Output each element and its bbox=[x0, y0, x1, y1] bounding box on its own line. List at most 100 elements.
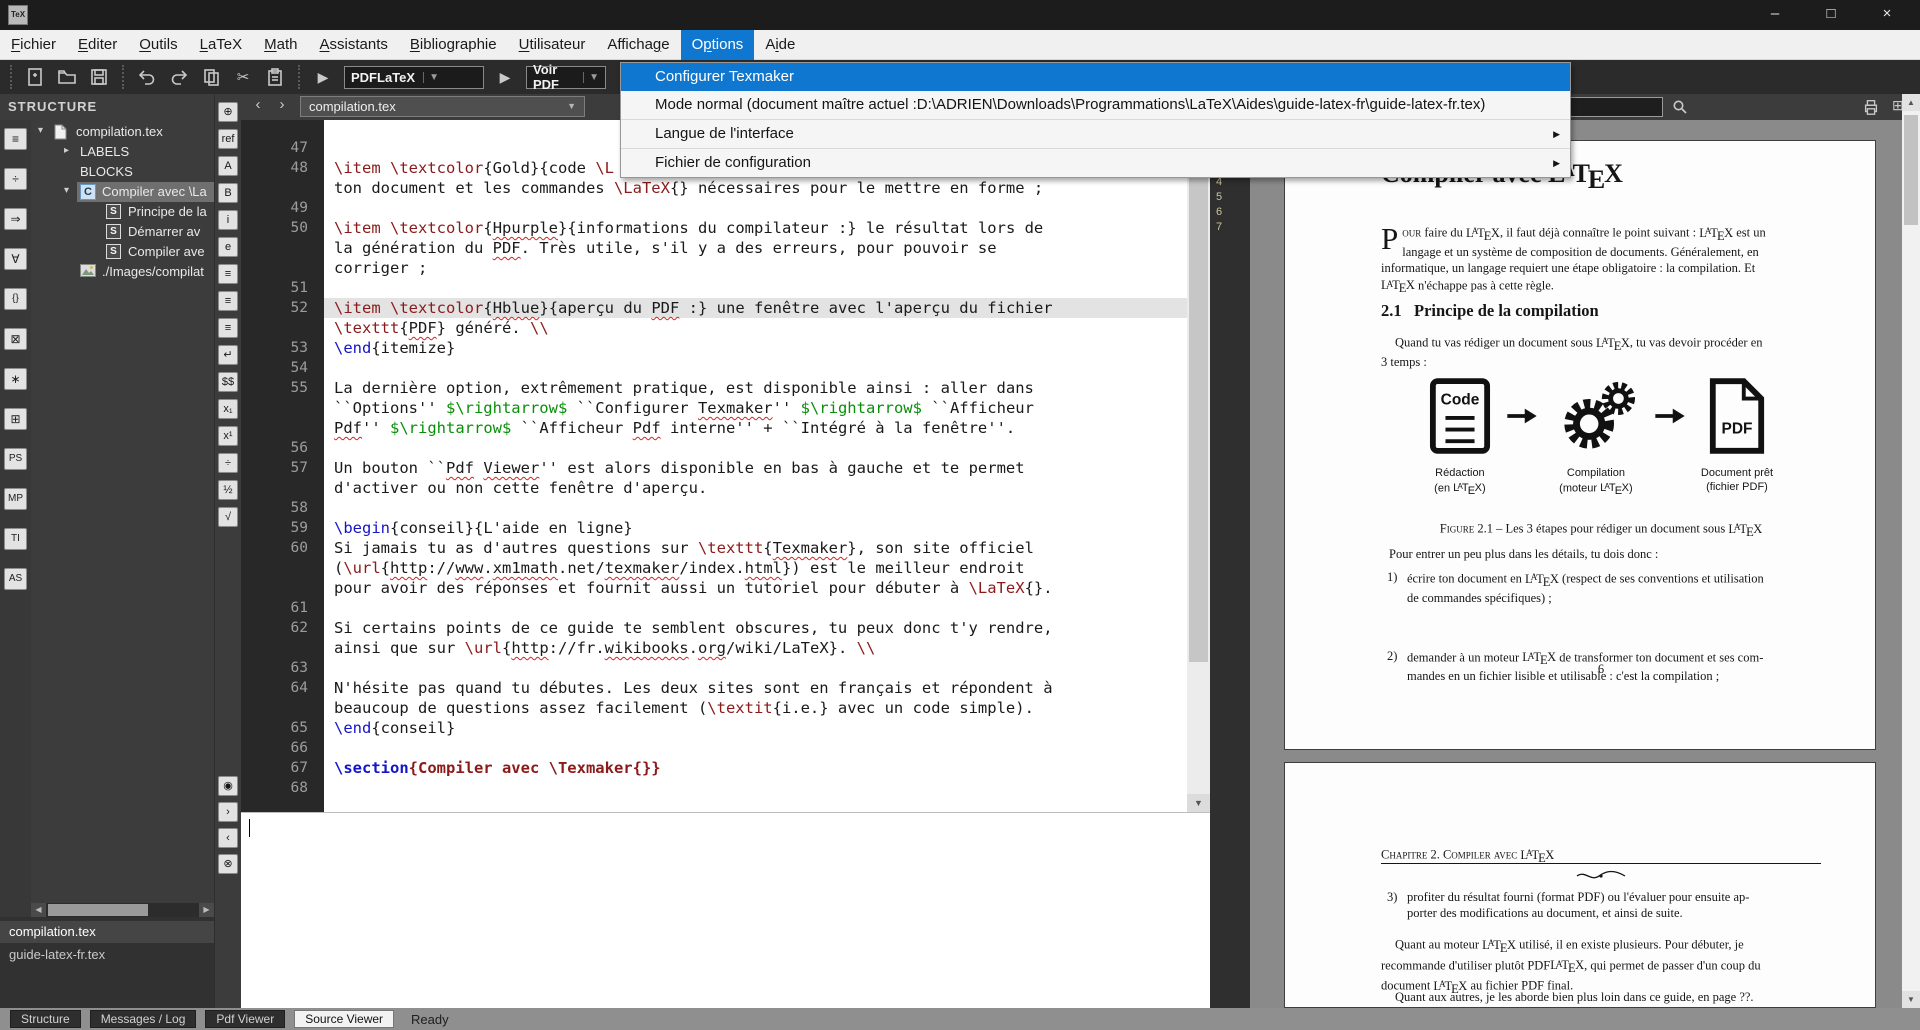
italic-icon[interactable]: i bbox=[218, 210, 238, 230]
tree-item-images-compilat[interactable]: ./Images/compilat bbox=[31, 262, 214, 282]
scroll-up-icon[interactable]: ▲ bbox=[1902, 94, 1920, 111]
sidebar-tab-misc-symbols[interactable]: ∗ bbox=[4, 368, 27, 390]
undo-button[interactable] bbox=[134, 64, 160, 90]
print-icon[interactable] bbox=[1862, 98, 1880, 116]
pdf-page-entry-7[interactable]: 7 bbox=[1216, 221, 1236, 233]
copy-button[interactable] bbox=[198, 64, 224, 90]
menu-affichage[interactable]: Affichage bbox=[596, 30, 680, 60]
statusbar-structure[interactable]: Structure bbox=[10, 1010, 81, 1028]
scrollbar-thumb[interactable] bbox=[1904, 115, 1918, 225]
menu-editer[interactable]: Editer bbox=[67, 30, 128, 60]
document-selector[interactable]: compilation.tex ▼ bbox=[300, 96, 585, 117]
subscript-icon[interactable]: x₁ bbox=[218, 399, 238, 419]
enumerate-list-icon[interactable]: ≡ bbox=[218, 291, 238, 311]
sidebar-tab-pstricks[interactable]: PS bbox=[4, 448, 27, 470]
tree-item-d-marrer-av[interactable]: SDémarrer av bbox=[31, 222, 214, 242]
close-log-icon[interactable]: ⊗ bbox=[218, 854, 238, 874]
paste-button[interactable] bbox=[262, 64, 288, 90]
menu-item-fichier-de-configuration[interactable]: Fichier de configuration▶ bbox=[621, 149, 1570, 177]
menu-math[interactable]: Math bbox=[253, 30, 308, 60]
insert-block-icon[interactable]: ⊕ bbox=[218, 102, 238, 122]
sidebar-tab-braces[interactable]: {} bbox=[4, 288, 27, 310]
label-ref-icon[interactable]: ref bbox=[218, 129, 238, 149]
menu-assistants[interactable]: Assistants bbox=[309, 30, 399, 60]
square-root-icon[interactable]: √ bbox=[218, 507, 238, 527]
menu-latex[interactable]: LaTeX bbox=[189, 30, 254, 60]
menu-bibliographie[interactable]: Bibliographie bbox=[399, 30, 508, 60]
sidebar-tab-metapost[interactable]: MP bbox=[4, 488, 27, 510]
bold-icon[interactable]: B bbox=[218, 183, 238, 203]
view-select[interactable]: Voir PDF▼ bbox=[526, 66, 606, 89]
sidebar-tab-arrows[interactable]: ⇒ bbox=[4, 208, 27, 230]
statusbar-messages-log[interactable]: Messages / Log bbox=[90, 1010, 197, 1028]
title-bar[interactable]: TeX – □ × bbox=[0, 0, 1920, 30]
tree-item-compiler-avec-la[interactable]: ▾CCompiler avec \La bbox=[31, 182, 214, 202]
division-icon[interactable]: ÷ bbox=[218, 453, 238, 473]
previous-document-icon[interactable]: ‹ bbox=[248, 96, 268, 113]
sidebar-tab-tikz[interactable]: TI bbox=[4, 528, 27, 550]
redo-button[interactable] bbox=[166, 64, 192, 90]
scrollbar-thumb[interactable] bbox=[48, 904, 148, 916]
description-list-icon[interactable]: ≡ bbox=[218, 318, 238, 338]
menu-item-configurer-texmaker[interactable]: Configurer Texmaker bbox=[621, 63, 1570, 91]
next-document-icon[interactable]: › bbox=[272, 96, 292, 113]
font-size-icon[interactable]: A bbox=[218, 156, 238, 176]
open-folder-button[interactable] bbox=[54, 64, 80, 90]
sidebar-tab-boxes[interactable]: ⊠ bbox=[4, 328, 27, 350]
itemize-list-icon[interactable]: ≡ bbox=[218, 264, 238, 284]
sidebar-tab-grid-symbols[interactable]: ⊞ bbox=[4, 408, 27, 430]
scroll-left-icon[interactable]: ◀ bbox=[31, 903, 46, 917]
previous-error-icon[interactable]: ‹ bbox=[218, 828, 238, 848]
close-button[interactable]: × bbox=[1864, 0, 1910, 30]
fraction-icon[interactable]: ½ bbox=[218, 480, 238, 500]
statusbar-source-viewer[interactable]: Source Viewer bbox=[294, 1010, 394, 1028]
menu-options[interactable]: Options bbox=[681, 30, 755, 60]
new-document-button[interactable] bbox=[22, 64, 48, 90]
run-button[interactable]: ▶ bbox=[310, 64, 336, 90]
scroll-down-icon[interactable]: ▼ bbox=[1187, 794, 1210, 812]
menu-fichier[interactable]: Fichier bbox=[0, 30, 67, 60]
run-button[interactable]: ▶ bbox=[492, 64, 518, 90]
cut-button[interactable]: ✂ bbox=[230, 64, 256, 90]
menu-item-langue-de-linterface[interactable]: Langue de l'interface▶ bbox=[621, 120, 1570, 148]
tree-item-principe-de-la[interactable]: SPrincipe de la bbox=[31, 202, 214, 222]
menu-outils[interactable]: Outils bbox=[128, 30, 188, 60]
next-error-icon[interactable]: › bbox=[218, 802, 238, 822]
newline-icon[interactable]: ↵ bbox=[218, 345, 238, 365]
expand-icon[interactable]: ▸ bbox=[64, 145, 69, 156]
tree-item-blocks[interactable]: BLOCKS bbox=[31, 162, 214, 182]
pdf-page-entry-5[interactable]: 5 bbox=[1216, 191, 1236, 203]
statusbar-pdf-viewer[interactable]: Pdf Viewer bbox=[205, 1010, 285, 1028]
search-icon[interactable] bbox=[1672, 99, 1688, 115]
scroll-right-icon[interactable]: ▶ bbox=[199, 903, 214, 917]
messages-log-panel[interactable] bbox=[241, 812, 1210, 1008]
superscript-icon[interactable]: x¹ bbox=[218, 426, 238, 446]
pdf-vertical-scrollbar[interactable]: ▲ ▼ bbox=[1902, 94, 1920, 1008]
collapse-icon[interactable]: ▾ bbox=[38, 125, 43, 136]
open-file-guide-latex-fr-tex[interactable]: guide-latex-fr.tex bbox=[0, 944, 214, 966]
emphasis-icon[interactable]: e bbox=[218, 237, 238, 257]
menu-item-mode-normal-document[interactable]: Mode normal (document maître actuel :D:\… bbox=[621, 91, 1570, 119]
save-button[interactable] bbox=[86, 64, 112, 90]
maximize-button[interactable]: □ bbox=[1808, 0, 1854, 30]
open-file-compilation-tex[interactable]: compilation.tex bbox=[0, 921, 214, 943]
tree-item-labels[interactable]: ▸LABELS bbox=[31, 142, 214, 162]
compiler-select[interactable]: PDFLaTeX▼ bbox=[344, 66, 484, 89]
sidebar-tab-asymptote[interactable]: AS bbox=[4, 568, 27, 590]
editor-vertical-scrollbar[interactable]: ▲ ▼ bbox=[1187, 120, 1210, 812]
tree-horizontal-scrollbar[interactable]: ◀ ▶ bbox=[31, 903, 214, 917]
tree-item-compilation-tex[interactable]: ▾compilation.tex bbox=[31, 122, 214, 142]
pdf-page-entry-6[interactable]: 6 bbox=[1216, 206, 1236, 218]
source-editor[interactable]: 4748\item \textcolor{Gold}{code \Lton do… bbox=[241, 120, 1210, 812]
scroll-down-icon[interactable]: ▼ bbox=[1902, 991, 1920, 1008]
minimize-button[interactable]: – bbox=[1752, 0, 1798, 30]
sidebar-tab-quantifiers[interactable]: ∀ bbox=[4, 248, 27, 270]
collapse-icon[interactable]: ▾ bbox=[64, 185, 69, 196]
tree-item-compiler-ave[interactable]: SCompiler ave bbox=[31, 242, 214, 262]
menu-utilisateur[interactable]: Utilisateur bbox=[508, 30, 597, 60]
inline-math-icon[interactable]: $$ bbox=[218, 372, 238, 392]
show-log-icon[interactable]: ◉ bbox=[218, 776, 238, 796]
sidebar-tab-structure-list[interactable]: ≡ bbox=[4, 128, 27, 150]
sidebar-tab-math-operators[interactable]: ÷ bbox=[4, 168, 27, 190]
scrollbar-thumb[interactable] bbox=[1189, 142, 1208, 662]
